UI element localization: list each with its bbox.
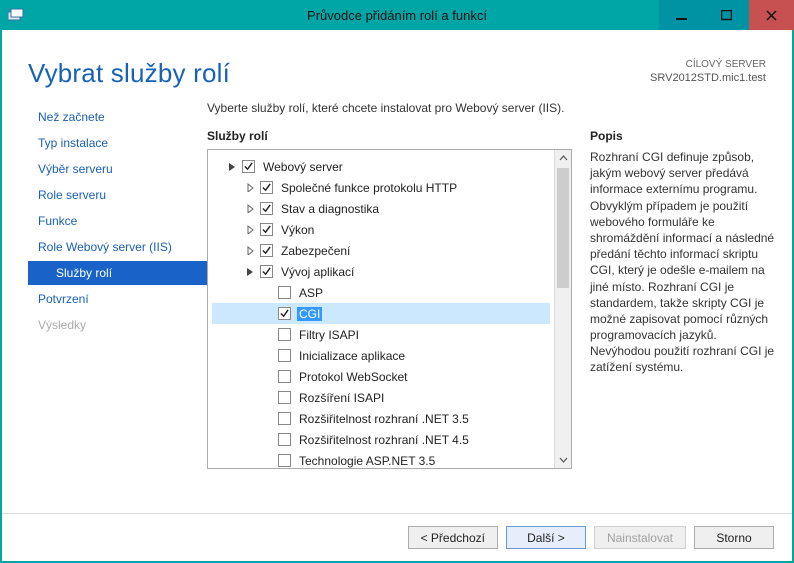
scroll-thumb[interactable]	[557, 168, 569, 288]
role-label: Zabezpečení	[279, 244, 352, 258]
role-checkbox[interactable]	[260, 202, 273, 215]
instruction-text: Vyberte služby rolí, které chcete instal…	[207, 101, 776, 115]
nav-item-5[interactable]: Role Webový server (IIS)	[28, 235, 207, 259]
tree-row[interactable]: Rozšiřitelnost rozhraní .NET 3.5	[212, 408, 550, 429]
role-label: ASP	[297, 286, 325, 300]
role-label: Stav a diagnostika	[279, 202, 381, 216]
nav-item-8: Výsledky	[28, 313, 207, 337]
maximize-button[interactable]	[704, 0, 749, 30]
wizard-nav: Než začneteTyp instalaceVýběr serveruRol…	[2, 99, 207, 469]
nav-item-6[interactable]: Služby rolí	[28, 261, 207, 285]
tree-row[interactable]: Inicializace aplikace	[212, 345, 550, 366]
tree-row[interactable]: Vývoj aplikací	[212, 261, 550, 282]
role-checkbox[interactable]	[260, 244, 273, 257]
wizard-footer: < Předchozí Další > Nainstalovat Storno	[2, 513, 792, 561]
role-checkbox[interactable]	[278, 370, 291, 383]
tree-row[interactable]: Společné funkce protokolu HTTP	[212, 177, 550, 198]
tree-scrollbar[interactable]	[554, 150, 571, 468]
minimize-button[interactable]	[659, 0, 704, 30]
app-icon	[6, 7, 26, 23]
next-button[interactable]: Další >	[506, 526, 586, 549]
tree-row[interactable]: Výkon	[212, 219, 550, 240]
expander-icon[interactable]	[244, 224, 256, 236]
roles-tree: Webový server Společné funkce protokolu H…	[207, 149, 572, 469]
expander-icon[interactable]	[226, 161, 238, 173]
target-server-value: SRV2012STD.mic1.test	[650, 71, 766, 85]
description-text: Rozhraní CGI definuje způsob, jakým webo…	[590, 149, 776, 376]
role-label: Výkon	[279, 223, 316, 237]
role-checkbox[interactable]	[278, 391, 291, 404]
titlebar[interactable]: Průvodce přidáním rolí a funkcí	[0, 0, 794, 30]
role-checkbox[interactable]	[278, 328, 291, 341]
role-checkbox[interactable]	[260, 223, 273, 236]
role-label: Webový server	[261, 160, 345, 174]
target-server-label: CÍLOVÝ SERVER	[650, 58, 766, 71]
tree-row[interactable]: Webový server	[212, 156, 550, 177]
role-checkbox[interactable]	[278, 454, 291, 467]
role-label: Protokol WebSocket	[297, 370, 410, 384]
role-label: CGI	[297, 307, 322, 321]
tree-row[interactable]: CGI	[212, 303, 550, 324]
nav-item-4[interactable]: Funkce	[28, 209, 207, 233]
expander-icon[interactable]	[244, 266, 256, 278]
nav-item-1[interactable]: Typ instalace	[28, 131, 207, 155]
page-title: Vybrat služby rolí	[28, 58, 230, 89]
role-label: Inicializace aplikace	[297, 349, 407, 363]
scroll-down-button[interactable]	[555, 451, 571, 468]
role-checkbox[interactable]	[242, 160, 255, 173]
tree-row[interactable]: Rozšíření ISAPI	[212, 387, 550, 408]
roles-heading: Služby rolí	[207, 129, 572, 143]
target-server-info: CÍLOVÝ SERVER SRV2012STD.mic1.test	[650, 58, 766, 89]
expander-icon[interactable]	[244, 203, 256, 215]
tree-row[interactable]: Stav a diagnostika	[212, 198, 550, 219]
scroll-up-button[interactable]	[555, 150, 571, 167]
role-label: Společné funkce protokolu HTTP	[279, 181, 459, 195]
role-checkbox[interactable]	[278, 307, 291, 320]
nav-item-2[interactable]: Výběr serveru	[28, 157, 207, 181]
install-button: Nainstalovat	[594, 526, 686, 549]
nav-item-0[interactable]: Než začnete	[28, 105, 207, 129]
role-label: Filtry ISAPI	[297, 328, 361, 342]
close-button[interactable]	[749, 0, 794, 30]
role-checkbox[interactable]	[278, 286, 291, 299]
nav-item-7[interactable]: Potvrzení	[28, 287, 207, 311]
role-checkbox[interactable]	[278, 433, 291, 446]
role-checkbox[interactable]	[260, 181, 273, 194]
role-label: Technologie ASP.NET 3.5	[297, 454, 437, 468]
role-checkbox[interactable]	[278, 412, 291, 425]
role-label: Rozšiřitelnost rozhraní .NET 3.5	[297, 412, 471, 426]
cancel-button[interactable]: Storno	[694, 526, 774, 549]
tree-row[interactable]: Zabezpečení	[212, 240, 550, 261]
expander-icon[interactable]	[244, 182, 256, 194]
role-label: Rozšíření ISAPI	[297, 391, 386, 405]
tree-row[interactable]: Filtry ISAPI	[212, 324, 550, 345]
tree-row[interactable]: Protokol WebSocket	[212, 366, 550, 387]
role-checkbox[interactable]	[278, 349, 291, 362]
previous-button[interactable]: < Předchozí	[408, 526, 498, 549]
tree-row[interactable]: ASP	[212, 282, 550, 303]
expander-icon[interactable]	[244, 245, 256, 257]
role-checkbox[interactable]	[260, 265, 273, 278]
tree-row[interactable]: Technologie ASP.NET 3.5	[212, 450, 550, 468]
description-heading: Popis	[590, 129, 776, 143]
tree-row[interactable]: Rozšiřitelnost rozhraní .NET 4.5	[212, 429, 550, 450]
role-label: Rozšiřitelnost rozhraní .NET 4.5	[297, 433, 471, 447]
nav-item-3[interactable]: Role serveru	[28, 183, 207, 207]
role-label: Vývoj aplikací	[279, 265, 356, 279]
